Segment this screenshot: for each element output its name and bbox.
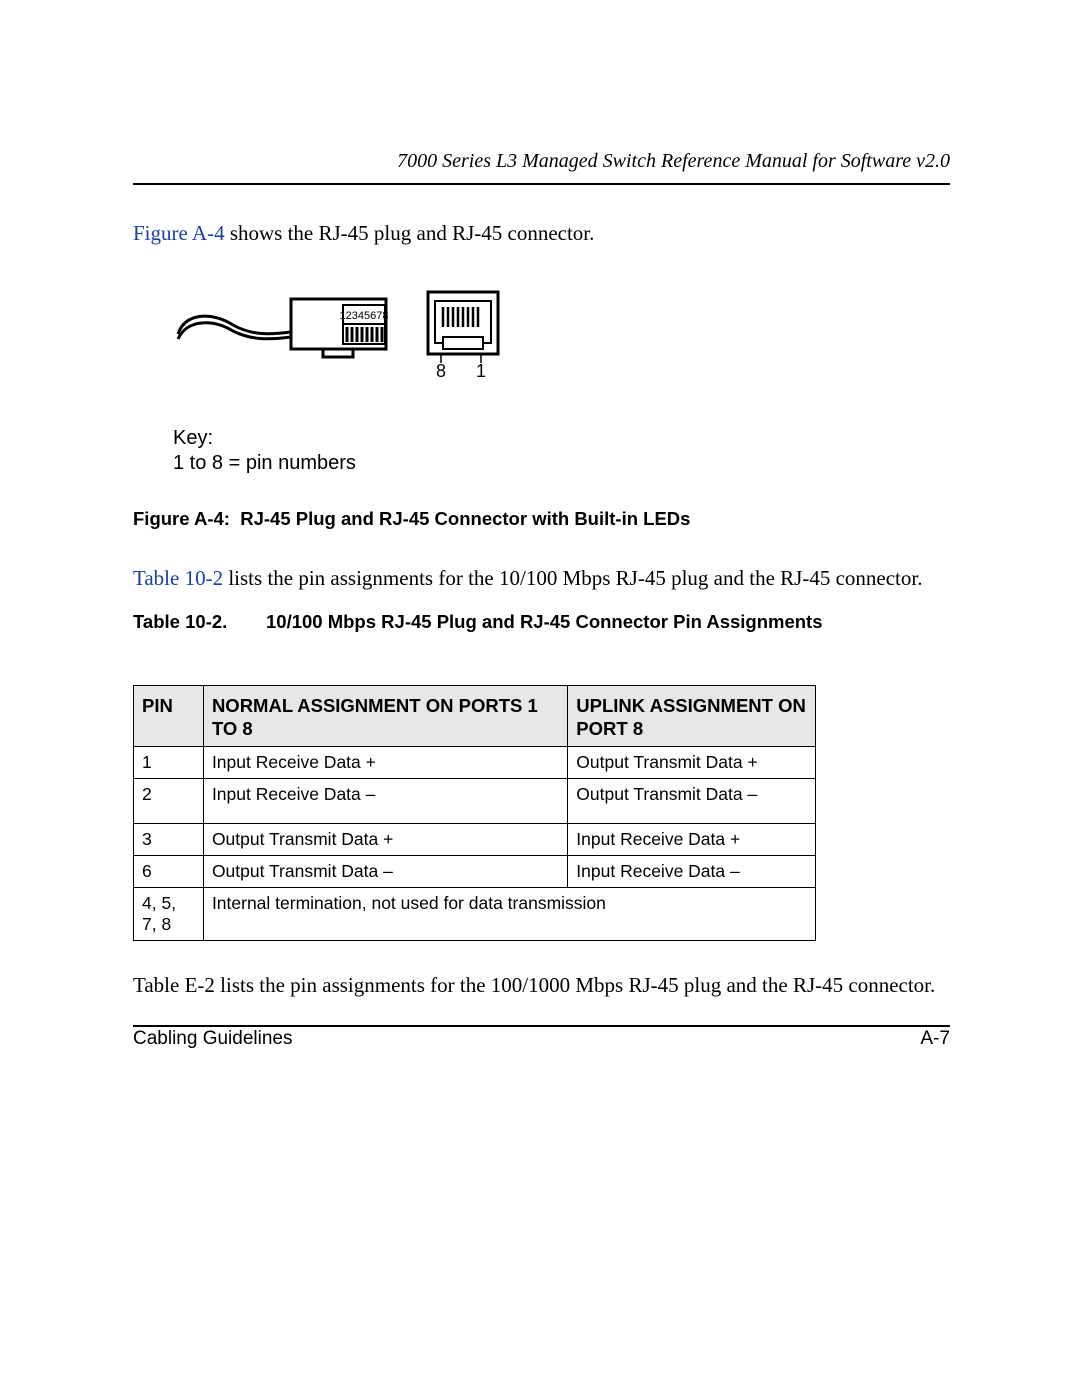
cell-uplink: Output Transmit Data + [568,746,816,778]
footer-left: Cabling Guidelines [133,1028,293,1050]
plug-pin-numbers: 12345678 [340,310,389,322]
table-caption-text: 10/100 Mbps RJ-45 Plug and RJ-45 Connect… [266,611,823,632]
cell-pin: 6 [134,855,204,887]
cell-span-text: Internal termination, not used for data … [203,887,815,940]
figure-a4: 12345678 [173,277,950,476]
running-header: 7000 Series L3 Managed Switch Reference … [133,150,950,173]
table-caption: Table 10-2.10/100 Mbps RJ-45 Plug and RJ… [133,611,950,633]
figure-caption-text: RJ-45 Plug and RJ-45 Connector with Buil… [240,508,690,529]
cell-pin-span: 4, 5, 7, 8 [134,887,204,940]
cell-normal: Output Transmit Data + [203,823,567,855]
table-row: 1 Input Receive Data + Output Transmit D… [134,746,816,778]
para-e2: Table E-2 lists the pin assignments for … [133,971,950,999]
jack-label-right: 1 [476,361,486,381]
table-row: 3 Output Transmit Data + Input Receive D… [134,823,816,855]
table-row: 2 Input Receive Data – Output Transmit D… [134,778,816,823]
th-normal: Normal Assignment on Ports 1 to 8 [203,685,567,746]
cell-pin: 1 [134,746,204,778]
table-ref-link[interactable]: Table 10-2 [133,566,223,590]
table-row: 6 Output Transmit Data – Input Receive D… [134,855,816,887]
cell-uplink: Output Transmit Data – [568,778,816,823]
figure-caption: Figure A-4: RJ-45 Plug and RJ-45 Connect… [133,508,950,530]
table-header-row: Pin Normal Assignment on Ports 1 to 8 Up… [134,685,816,746]
table-caption-label: Table 10-2. [133,611,266,633]
page-footer: Cabling Guidelines A-7 [133,1028,950,1050]
figure-key: Key: 1 to 8 = pin numbers [173,426,950,476]
footer-rule [133,1025,950,1027]
table-row-span: 4, 5, 7, 8 Internal termination, not use… [134,887,816,940]
cell-normal: Input Receive Data + [203,746,567,778]
key-line: 1 to 8 = pin numbers [173,451,950,476]
cell-pin: 3 [134,823,204,855]
cell-uplink: Input Receive Data – [568,855,816,887]
intro-rest: shows the RJ-45 plug and RJ-45 connector… [225,221,595,245]
figure-ref-link[interactable]: Figure A-4 [133,221,225,245]
rj45-diagram: 12345678 [173,277,503,397]
para-table-ref: Table 10-2 lists the pin assignments for… [133,564,950,592]
intro-paragraph: Figure A-4 shows the RJ-45 plug and RJ-4… [133,219,950,247]
th-uplink: Uplink Assignment on Port 8 [568,685,816,746]
cell-uplink: Input Receive Data + [568,823,816,855]
cell-normal: Input Receive Data – [203,778,567,823]
key-heading: Key: [173,426,950,451]
header-rule [133,183,950,185]
th-pin: Pin [134,685,204,746]
cell-normal: Output Transmit Data – [203,855,567,887]
pin-assignment-table: Pin Normal Assignment on Ports 1 to 8 Up… [133,685,816,941]
jack-label-left: 8 [436,361,446,381]
footer-right: A-7 [920,1028,950,1050]
figure-caption-label: Figure A-4: [133,508,230,529]
para2-rest: lists the pin assignments for the 10/100… [223,566,922,590]
cell-pin: 2 [134,778,204,823]
